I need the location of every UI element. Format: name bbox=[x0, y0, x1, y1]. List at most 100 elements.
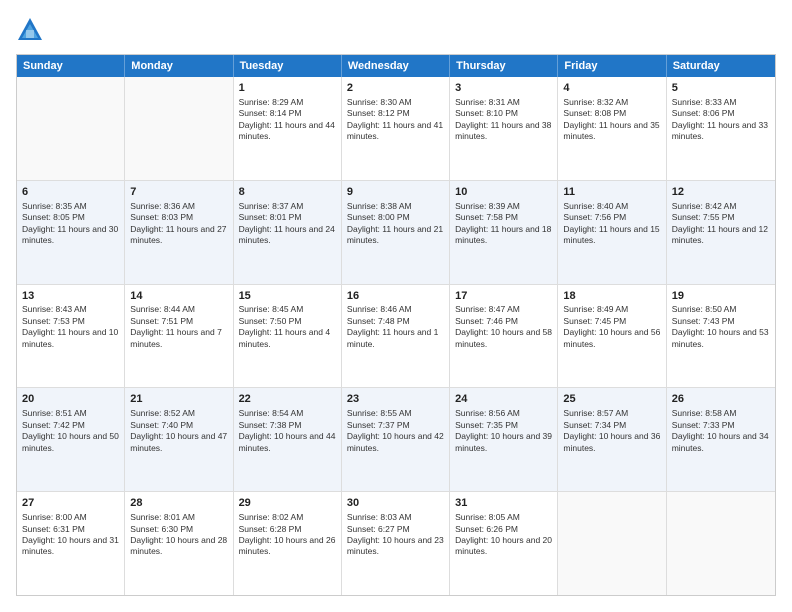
calendar: SundayMondayTuesdayWednesdayThursdayFrid… bbox=[16, 54, 776, 596]
day-number: 16 bbox=[347, 289, 444, 304]
sunrise-text: Sunrise: 8:31 AM bbox=[455, 97, 520, 107]
sunset-text: Sunset: 8:00 PM bbox=[347, 212, 410, 222]
sunset-text: Sunset: 7:45 PM bbox=[563, 316, 626, 326]
daylight-text: Daylight: 11 hours and 12 minutes. bbox=[672, 224, 768, 245]
calendar-cell: 11Sunrise: 8:40 AMSunset: 7:56 PMDayligh… bbox=[558, 181, 666, 284]
day-number: 24 bbox=[455, 392, 552, 407]
day-number: 28 bbox=[130, 496, 227, 511]
calendar-cell: 1Sunrise: 8:29 AMSunset: 8:14 PMDaylight… bbox=[234, 77, 342, 180]
day-number: 27 bbox=[22, 496, 119, 511]
sunrise-text: Sunrise: 8:45 AM bbox=[239, 304, 304, 314]
calendar-cell: 6Sunrise: 8:35 AMSunset: 8:05 PM Daylight… bbox=[17, 181, 125, 284]
calendar-cell bbox=[667, 492, 775, 595]
day-number: 2 bbox=[347, 81, 444, 96]
daylight-text: Daylight: 11 hours and 27 minutes. bbox=[130, 224, 226, 245]
sunrise-text: Sunrise: 8:58 AM bbox=[672, 408, 737, 418]
day-number: 7 bbox=[130, 185, 227, 200]
sunrise-text: Sunrise: 8:02 AM bbox=[239, 512, 304, 522]
calendar-cell: 22Sunrise: 8:54 AMSunset: 7:38 PMDayligh… bbox=[234, 388, 342, 491]
calendar-cell: 7Sunrise: 8:36 AMSunset: 8:03 PMDaylight… bbox=[125, 181, 233, 284]
calendar-cell bbox=[17, 77, 125, 180]
day-number: 14 bbox=[130, 289, 227, 304]
sunset-text: Sunset: 7:35 PM bbox=[455, 420, 518, 430]
sunset-text: Sunset: 8:06 PM bbox=[672, 108, 735, 118]
sunset-text: Sunset: 7:34 PM bbox=[563, 420, 626, 430]
sunrise-text: Sunrise: 8:47 AM bbox=[455, 304, 520, 314]
daylight-text: Daylight: 10 hours and 20 minutes. bbox=[455, 535, 552, 556]
sunset-text: Sunset: 7:50 PM bbox=[239, 316, 302, 326]
sunrise-text: Sunrise: 8:52 AM bbox=[130, 408, 195, 418]
sunset-text: Sunset: 8:03 PM bbox=[130, 212, 193, 222]
sunset-text: Sunset: 7:58 PM bbox=[455, 212, 518, 222]
calendar-cell: 19Sunrise: 8:50 AMSunset: 7:43 PMDayligh… bbox=[667, 285, 775, 388]
sunrise-text: Sunrise: 8:33 AM bbox=[672, 97, 737, 107]
sunrise-text: Sunrise: 8:32 AM bbox=[563, 97, 628, 107]
day-number: 29 bbox=[239, 496, 336, 511]
day-number: 15 bbox=[239, 289, 336, 304]
daylight-text: Daylight: 10 hours and 42 minutes. bbox=[347, 431, 444, 452]
calendar-cell: 13Sunrise: 8:43 AMSunset: 7:53 PMDayligh… bbox=[17, 285, 125, 388]
daylight-text: Daylight: 11 hours and 21 minutes. bbox=[347, 224, 443, 245]
sunrise-text: Sunrise: 8:00 AM bbox=[22, 512, 87, 522]
header-day-friday: Friday bbox=[558, 55, 666, 77]
sunrise-text: Sunrise: 8:01 AM bbox=[130, 512, 195, 522]
sunrise-text: Sunrise: 8:03 AM bbox=[347, 512, 412, 522]
daylight-text: Daylight: 10 hours and 36 minutes. bbox=[563, 431, 660, 452]
sunrise-text: Sunrise: 8:54 AM bbox=[239, 408, 304, 418]
day-number: 23 bbox=[347, 392, 444, 407]
day-number: 3 bbox=[455, 81, 552, 96]
sunset-text: Sunset: 7:53 PM bbox=[22, 316, 85, 326]
sunrise-text: Sunrise: 8:05 AM bbox=[455, 512, 520, 522]
sunset-text: Sunset: 7:42 PM bbox=[22, 420, 85, 430]
daylight-text: Daylight: 10 hours and 58 minutes. bbox=[455, 327, 552, 348]
sunrise-text: Sunrise: 8:50 AM bbox=[672, 304, 737, 314]
daylight-text: Daylight: 11 hours and 30 minutes. bbox=[22, 224, 118, 245]
sunset-text: Sunset: 7:51 PM bbox=[130, 316, 193, 326]
calendar-cell: 5Sunrise: 8:33 AMSunset: 8:06 PMDaylight… bbox=[667, 77, 775, 180]
sunrise-text: Sunrise: 8:35 AM bbox=[22, 201, 87, 211]
daylight-text: Daylight: 11 hours and 35 minutes. bbox=[563, 120, 659, 141]
sunrise-text: Sunrise: 8:29 AM bbox=[239, 97, 304, 107]
daylight-text: Daylight: 10 hours and 53 minutes. bbox=[672, 327, 769, 348]
sunset-text: Sunset: 7:56 PM bbox=[563, 212, 626, 222]
day-number: 5 bbox=[672, 81, 770, 96]
header-day-tuesday: Tuesday bbox=[234, 55, 342, 77]
daylight-text: Daylight: 10 hours and 26 minutes. bbox=[239, 535, 336, 556]
day-number: 18 bbox=[563, 289, 660, 304]
sunrise-text: Sunrise: 8:43 AM bbox=[22, 304, 87, 314]
calendar-cell bbox=[125, 77, 233, 180]
daylight-text: Daylight: 10 hours and 44 minutes. bbox=[239, 431, 336, 452]
sunset-text: Sunset: 8:12 PM bbox=[347, 108, 410, 118]
sunrise-text: Sunrise: 8:39 AM bbox=[455, 201, 520, 211]
calendar-cell: 14Sunrise: 8:44 AMSunset: 7:51 PMDayligh… bbox=[125, 285, 233, 388]
daylight-text: Daylight: 11 hours and 24 minutes. bbox=[239, 224, 335, 245]
day-number: 17 bbox=[455, 289, 552, 304]
calendar-cell: 4Sunrise: 8:32 AMSunset: 8:08 PMDaylight… bbox=[558, 77, 666, 180]
day-number: 8 bbox=[239, 185, 336, 200]
sunset-text: Sunset: 6:28 PM bbox=[239, 524, 302, 534]
header-day-thursday: Thursday bbox=[450, 55, 558, 77]
daylight-text: Daylight: 11 hours and 7 minutes. bbox=[130, 327, 222, 348]
day-number: 6 bbox=[22, 185, 119, 200]
header-day-monday: Monday bbox=[125, 55, 233, 77]
sunset-text: Sunset: 8:05 PM bbox=[22, 212, 85, 222]
daylight-text: Daylight: 10 hours and 50 minutes. bbox=[22, 431, 119, 452]
sunrise-text: Sunrise: 8:55 AM bbox=[347, 408, 412, 418]
sunset-text: Sunset: 7:40 PM bbox=[130, 420, 193, 430]
sunset-text: Sunset: 7:33 PM bbox=[672, 420, 735, 430]
day-number: 30 bbox=[347, 496, 444, 511]
sunrise-text: Sunrise: 8:42 AM bbox=[672, 201, 737, 211]
day-number: 21 bbox=[130, 392, 227, 407]
daylight-text: Daylight: 10 hours and 39 minutes. bbox=[455, 431, 552, 452]
calendar-week-1: 1Sunrise: 8:29 AMSunset: 8:14 PM Daylight… bbox=[17, 77, 775, 181]
calendar-cell: 21Sunrise: 8:52 AMSunset: 7:40 PMDayligh… bbox=[125, 388, 233, 491]
day-number: 1 bbox=[239, 81, 336, 96]
sunset-text: Sunset: 8:10 PM bbox=[455, 108, 518, 118]
sunrise-text: Sunrise: 8:51 AM bbox=[22, 408, 87, 418]
day-number: 19 bbox=[672, 289, 770, 304]
daylight-text: Daylight: 11 hours and 4 minutes. bbox=[239, 327, 331, 348]
sunrise-text: Sunrise: 8:38 AM bbox=[347, 201, 412, 211]
sunset-text: Sunset: 8:14 PM bbox=[239, 108, 302, 118]
sunset-text: Sunset: 6:26 PM bbox=[455, 524, 518, 534]
sunset-text: Sunset: 6:31 PM bbox=[22, 524, 85, 534]
